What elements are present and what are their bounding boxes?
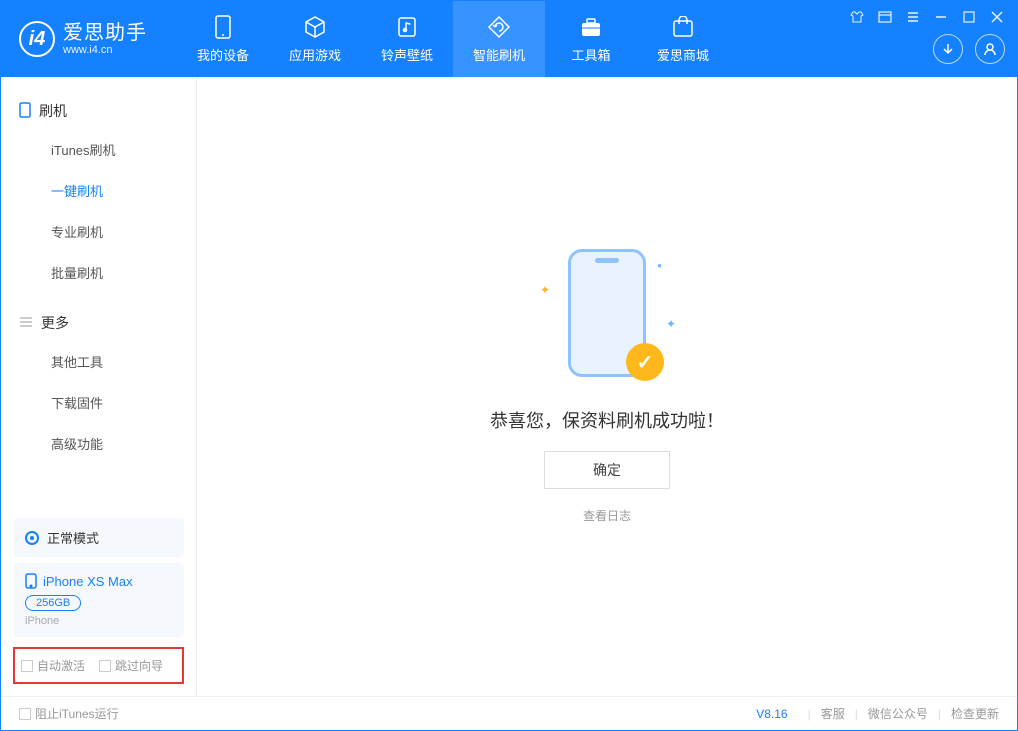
view-log-link[interactable]: 查看日志 (583, 507, 631, 524)
sidebar-section-flash: 刷机 (1, 93, 196, 129)
sidebar-item-pro-flash[interactable]: 专业刷机 (1, 211, 196, 252)
device-type: iPhone (25, 615, 172, 627)
check-badge-icon: ✓ (626, 343, 664, 381)
mode-card[interactable]: 正常模式 (13, 518, 184, 557)
wechat-link[interactable]: 微信公众号 (868, 705, 928, 722)
logo-icon: i4 (19, 21, 55, 57)
sidebar-item-batch-flash[interactable]: 批量刷机 (1, 252, 196, 293)
checkbox-skip-guide[interactable]: 跳过向导 (99, 657, 163, 674)
tab-label: 爱思商城 (657, 45, 709, 64)
statusbar: 阻止iTunes运行 V8.16 | 客服 | 微信公众号 | 检查更新 (1, 696, 1017, 730)
sidebar-item-oneclick-flash[interactable]: 一键刷机 (1, 170, 196, 211)
toolbox-icon (579, 15, 603, 39)
device-card[interactable]: iPhone XS Max 256GB iPhone (13, 563, 184, 637)
app-url: www.i4.cn (63, 44, 147, 56)
device-name: iPhone XS Max (43, 574, 133, 589)
tab-toolbox[interactable]: 工具箱 (545, 1, 637, 77)
highlighted-options: 自动激活 跳过向导 (13, 647, 184, 684)
success-message: 恭喜您，保资料刷机成功啦！ (490, 407, 724, 433)
phone-icon (211, 15, 235, 39)
ok-button[interactable]: 确定 (544, 451, 670, 489)
titlebar: i4 爱思助手 www.i4.cn 我的设备 应用游戏 铃声壁纸 智能刷机 (1, 1, 1017, 77)
support-link[interactable]: 客服 (821, 705, 845, 722)
sidebar-item-download-firmware[interactable]: 下载固件 (1, 382, 196, 423)
sparkle-icon: ✦ (540, 283, 550, 297)
checkbox-auto-activate[interactable]: 自动激活 (21, 657, 85, 674)
sidebar: 刷机 iTunes刷机 一键刷机 专业刷机 批量刷机 更多 其他工具 下载固件 … (1, 77, 197, 696)
refresh-icon (487, 15, 511, 39)
store-icon (671, 15, 695, 39)
user-button[interactable] (975, 34, 1005, 64)
music-icon (395, 15, 419, 39)
tab-apps[interactable]: 应用游戏 (269, 1, 361, 77)
tab-label: 铃声壁纸 (381, 45, 433, 64)
success-illustration: ✦ ✦ ● ✓ (532, 249, 682, 389)
sidebar-section-more: 更多 (1, 305, 196, 341)
tab-ringtone[interactable]: 铃声壁纸 (361, 1, 453, 77)
tab-store[interactable]: 爱思商城 (637, 1, 729, 77)
tab-flash[interactable]: 智能刷机 (453, 1, 545, 77)
list-icon[interactable] (906, 10, 920, 24)
tab-label: 智能刷机 (473, 45, 525, 64)
cube-icon (303, 15, 327, 39)
shirt-icon[interactable] (850, 10, 864, 24)
check-update-link[interactable]: 检查更新 (951, 705, 999, 722)
tab-label: 我的设备 (197, 45, 249, 64)
device-capacity: 256GB (25, 595, 81, 611)
sidebar-item-advanced[interactable]: 高级功能 (1, 423, 196, 464)
logo: i4 爱思助手 www.i4.cn (19, 21, 147, 57)
sidebar-item-other-tools[interactable]: 其他工具 (1, 341, 196, 382)
device-icon (25, 573, 37, 589)
version-label: V8.16 (756, 707, 787, 721)
minimize-icon[interactable] (934, 10, 948, 24)
main-content: ✦ ✦ ● ✓ 恭喜您，保资料刷机成功啦！ 确定 查看日志 (197, 77, 1017, 696)
sparkle-icon: ✦ (666, 317, 676, 331)
menu-icon[interactable] (878, 10, 892, 24)
maximize-icon[interactable] (962, 10, 976, 24)
tab-label: 工具箱 (571, 45, 610, 64)
phone-small-icon (19, 102, 31, 121)
checkbox-block-itunes[interactable]: 阻止iTunes运行 (19, 705, 119, 722)
sidebar-item-itunes-flash[interactable]: iTunes刷机 (1, 129, 196, 170)
tab-my-device[interactable]: 我的设备 (177, 1, 269, 77)
more-icon (19, 315, 33, 331)
sparkle-icon: ● (657, 261, 662, 270)
tab-label: 应用游戏 (289, 45, 341, 64)
app-title: 爱思助手 (63, 22, 147, 44)
close-icon[interactable] (990, 10, 1004, 24)
download-button[interactable] (933, 34, 963, 64)
mode-icon (25, 531, 39, 545)
mode-label: 正常模式 (47, 528, 99, 547)
